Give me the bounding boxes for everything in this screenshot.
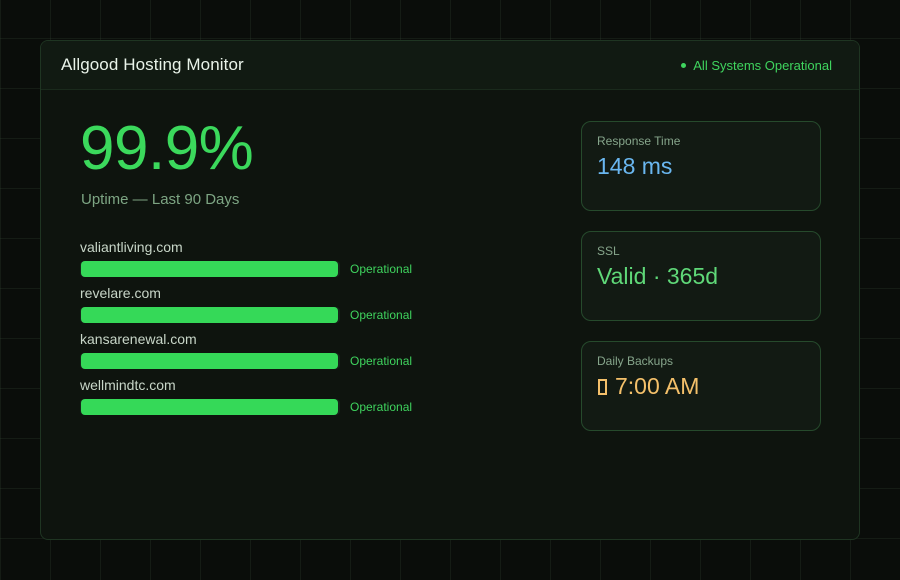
site-row: wellmindtc.com Operational: [80, 376, 440, 422]
uptime-label: Uptime — Last 90 Days: [81, 191, 240, 208]
status-dot-icon: [681, 62, 687, 68]
uptime-bar-fill: [81, 353, 339, 369]
app-title: Allgood Hosting Monitor: [61, 55, 244, 74]
site-name: valiantliving.com: [80, 239, 183, 255]
site-row: valiantliving.com Operational: [80, 238, 440, 284]
uptime-bar: [80, 261, 340, 277]
ssl-label: SSL: [597, 244, 620, 258]
response-time-label: Response Time: [597, 134, 681, 148]
uptime-bar: [80, 353, 340, 369]
daily-backups-value: 7:00 AM: [615, 373, 700, 399]
site-status: Operational: [350, 400, 413, 414]
site-row: kansarenewal.com Operational: [80, 330, 440, 376]
uptime-bar-fill: [81, 399, 339, 415]
site-name: revelare.com: [80, 285, 161, 301]
site-name: kansarenewal.com: [80, 331, 197, 347]
header-bar: Allgood Hosting Monitor All Systems Oper…: [41, 41, 859, 90]
monitor-panel: Allgood Hosting Monitor All Systems Oper…: [40, 40, 860, 540]
uptime-bar-fill: [81, 261, 339, 277]
site-status: Operational: [350, 354, 413, 368]
site-row: revelare.com Operational: [80, 284, 440, 330]
ssl-value: Valid · 365d: [597, 263, 719, 289]
uptime-bar-fill: [81, 307, 339, 323]
site-status: Operational: [350, 308, 413, 322]
uptime-bar: [80, 399, 340, 415]
uptime-bar: [80, 307, 340, 323]
system-status: All Systems Operational: [681, 58, 832, 73]
daily-backups-label: Daily Backups: [597, 354, 674, 368]
response-time-value: 148 ms: [597, 153, 673, 179]
ssl-card: SSL Valid · 365d: [581, 231, 821, 321]
uptime-value: 99.9%: [80, 114, 254, 183]
site-name: wellmindtc.com: [80, 377, 176, 393]
response-time-card: Response Time 148 ms: [581, 121, 821, 211]
clock-icon: [598, 378, 607, 395]
system-status-text: All Systems Operational: [693, 57, 832, 73]
daily-backups-row: 7:00 AM: [597, 373, 805, 400]
site-status: Operational: [350, 262, 413, 276]
site-list: valiantliving.com Operational revelare.c…: [80, 238, 440, 422]
daily-backups-card: Daily Backups 7:00 AM: [581, 341, 821, 431]
